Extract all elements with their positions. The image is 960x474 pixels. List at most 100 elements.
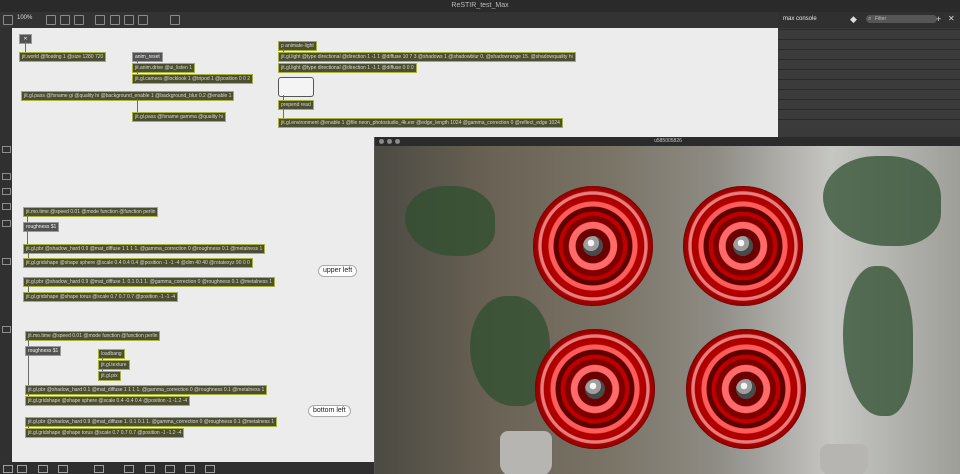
jit-gl-light-1[interactable]: jit.gl.light @type directional @directio… [278, 52, 576, 62]
jit-gl-gridshape-2[interactable]: jit.gl.gridshape @shape torus @scale 0.7… [23, 292, 179, 302]
link-icon[interactable] [124, 465, 134, 473]
jit-gl-pbr-3[interactable]: jit.gl.pbr @shadow_hard 0.1 @mat_diffuse… [25, 385, 268, 395]
patch-cord[interactable] [25, 42, 26, 52]
window-zoom-dot[interactable] [395, 139, 400, 144]
inspector-icon[interactable] [94, 465, 104, 473]
layer-icon[interactable] [2, 173, 11, 180]
button-icon[interactable] [95, 15, 105, 25]
render-window-title: u585005826 [654, 138, 682, 144]
list-icon[interactable] [2, 146, 11, 153]
window-close-dot[interactable] [379, 139, 384, 144]
render-window-titlebar[interactable]: u585005826 [375, 137, 960, 146]
zoom-level[interactable]: 100% [17, 15, 32, 21]
comment-icon[interactable] [74, 15, 84, 25]
jit-gl-gridshape-3[interactable]: jit.gl.gridshape @shape sphere @scale 0.… [25, 396, 191, 406]
search-icon: ⌕ [868, 16, 872, 22]
jit-gl-light-2[interactable]: jit.gl.light @type directional @directio… [278, 63, 417, 73]
torus-sphere-upper-left [533, 186, 653, 306]
console-row[interactable] [778, 39, 960, 49]
star-icon[interactable] [2, 326, 11, 333]
chrome-sphere-core [583, 236, 603, 256]
patch-cord[interactable] [102, 368, 103, 371]
console-row[interactable] [778, 49, 960, 59]
console-row[interactable] [778, 99, 960, 109]
step-icon[interactable] [2, 203, 11, 210]
dial-icon[interactable] [138, 15, 148, 25]
jit-gl-pbr-2[interactable]: jit.gl.pbr @shadow_hard 0.9 @mat_diffuse… [23, 277, 275, 287]
patch-cord[interactable] [102, 357, 103, 360]
number-icon[interactable] [124, 15, 134, 25]
background-foliage [843, 266, 913, 416]
rendered-scene[interactable] [375, 146, 960, 474]
window-titlebar: ReSTIR_test_Max [0, 0, 960, 12]
console-row[interactable] [778, 59, 960, 69]
jit-gl-environment[interactable]: jit.gl.environment @enable 1 @file neon_… [278, 118, 563, 128]
jit-gl-camera[interactable]: jit.gl.camera @locklook 1 @tripod 1 @pos… [132, 74, 254, 84]
console-row[interactable] [778, 119, 960, 129]
presentation-icon[interactable] [3, 465, 13, 473]
patch-cord[interactable] [137, 60, 138, 63]
background-pot [500, 431, 552, 474]
console-row[interactable] [778, 109, 960, 119]
patch-cord[interactable] [27, 215, 28, 222]
comment-upper-left: upper left [318, 265, 358, 277]
add-icon[interactable]: + [936, 14, 941, 24]
background-foliage [405, 186, 495, 256]
console-row[interactable] [778, 69, 960, 79]
console-row[interactable] [778, 79, 960, 89]
mixer-icon[interactable] [185, 465, 195, 473]
patch-cord[interactable] [28, 252, 29, 258]
toggle-icon[interactable] [110, 15, 120, 25]
object-icon[interactable] [46, 15, 56, 25]
jit-mo-time-1[interactable]: jit.mo.time @speed 0.01 @mode function @… [23, 207, 159, 217]
patch-cord[interactable] [283, 108, 284, 118]
jit-world[interactable]: jit.world @floating 1 @size 1280 720 [19, 52, 107, 62]
console-title: max console [783, 16, 817, 22]
patch-cord[interactable] [283, 95, 284, 100]
patch-cord[interactable] [27, 230, 28, 244]
piano-icon[interactable] [165, 465, 175, 473]
lock-icon[interactable] [170, 15, 180, 25]
patch-cord[interactable] [137, 71, 138, 74]
jit-gl-gridshape-4[interactable]: jit.gl.gridshape @shape torus @scale 0.7… [25, 428, 185, 438]
image-icon[interactable] [2, 220, 11, 227]
render-window[interactable]: u585005826 [374, 137, 960, 474]
background-pot [820, 444, 868, 474]
jit-gl-gridshape-1[interactable]: jit.gl.gridshape @shape sphere @scale 0.… [23, 258, 253, 268]
console-row[interactable] [778, 29, 960, 39]
jit-gl-pass-main[interactable]: jit.gl.pass @fxname gi @quality hi @back… [21, 91, 235, 101]
jit-mo-time-2[interactable]: jit.mo.time @speed 0.01 @mode function @… [25, 331, 161, 341]
reference-icon[interactable] [2, 258, 11, 265]
roughness-message-1[interactable]: roughness $1 [23, 222, 60, 232]
grid-icon[interactable] [17, 465, 27, 473]
debug-icon[interactable] [58, 465, 68, 473]
jit-gl-pbr-1[interactable]: jit.gl.pbr @shadow_hard 0.9 @mat_diffuse… [23, 244, 266, 254]
patch-cord[interactable] [28, 339, 29, 346]
patch-cord[interactable] [137, 99, 138, 112]
patch-cord[interactable] [28, 285, 29, 292]
message-icon[interactable] [60, 15, 70, 25]
window-minimize-dot[interactable] [387, 139, 392, 144]
jit-gl-pass-gamma[interactable]: jit.gl.pass @fxname gamma @quality hi [132, 112, 226, 122]
play-icon[interactable] [2, 188, 11, 195]
patcher-toolbar: 100% [0, 12, 778, 28]
jit-gl-pix[interactable]: jit.gl.pix [98, 371, 121, 381]
file-drop-box[interactable] [278, 77, 314, 97]
wrench-icon[interactable] [145, 465, 155, 473]
patch-cord[interactable] [28, 393, 29, 396]
stack-icon[interactable] [205, 465, 215, 473]
patch-cord[interactable] [28, 354, 29, 385]
jit-gl-pbr-4[interactable]: jit.gl.pbr @shadow_hard 0.9 @mat_diffuse… [25, 417, 277, 427]
patch-cord[interactable] [28, 425, 29, 428]
chat-icon[interactable] [38, 465, 48, 473]
console-row[interactable] [778, 89, 960, 99]
sidebar-toggle-icon[interactable] [3, 15, 13, 25]
patch-cord[interactable] [283, 49, 284, 52]
settings-diamond-icon[interactable]: ◆ [850, 14, 857, 25]
torus-sphere-bottom-left [535, 329, 655, 449]
chrome-sphere-core [736, 379, 756, 399]
jit-anim-drive[interactable]: jit.anim.drive @ui_listen 1 [132, 63, 196, 73]
filter-input[interactable]: ⌕ Filter [866, 15, 937, 23]
roughness-message-2[interactable]: roughness $1 [25, 346, 62, 356]
close-icon[interactable]: ✕ [948, 14, 955, 23]
